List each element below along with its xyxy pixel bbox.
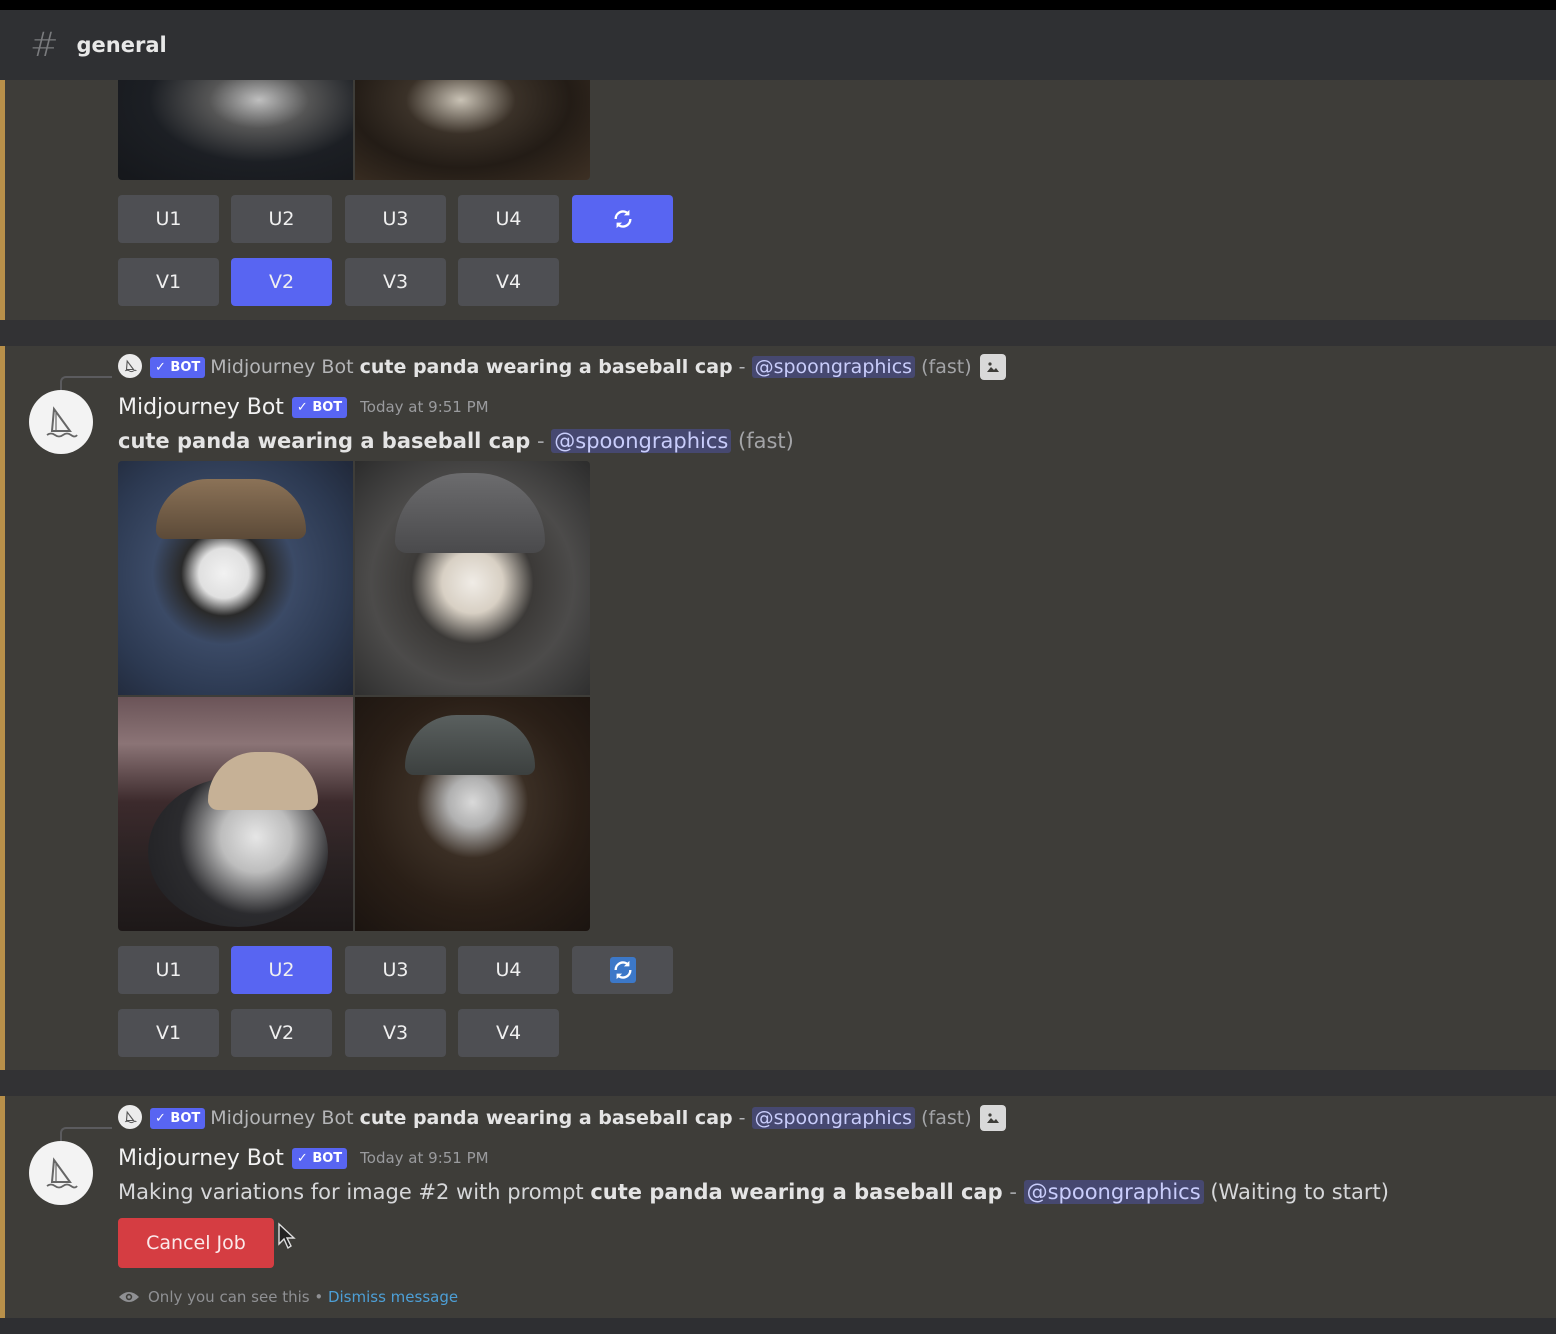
message-content: cute panda wearing a baseball cap - @spo…	[118, 426, 794, 456]
reply-prompt: cute panda wearing a baseball cap	[359, 356, 733, 378]
eye-icon	[118, 1290, 140, 1304]
reroll-button[interactable]	[572, 946, 673, 994]
ephemeral-notice: Only you can see this • Dismiss message	[118, 1288, 458, 1306]
bot-badge: ✓ BOT	[291, 396, 348, 418]
reroll-button[interactable]	[572, 195, 673, 243]
message-separator	[0, 320, 1556, 346]
variation-button-v2[interactable]: V2	[231, 258, 332, 306]
variation-button-v4[interactable]: V4	[458, 1009, 559, 1057]
refresh-icon	[609, 957, 636, 983]
message-content: Making variations for image #2 with prom…	[118, 1177, 1389, 1207]
author-name[interactable]: Midjourney Bot	[118, 1146, 284, 1171]
reply-reference[interactable]: ✓ BOT Midjourney Bot cute panda wearing …	[148, 1105, 1006, 1131]
variation-button-v4[interactable]: V4	[458, 258, 559, 306]
cap-shape	[395, 473, 545, 553]
cancel-job-button[interactable]: Cancel Job	[118, 1218, 274, 1268]
image-tile-4[interactable]	[355, 697, 590, 931]
video-top-strip	[0, 0, 1556, 10]
image-tile-1[interactable]	[118, 461, 353, 695]
image-tile-2[interactable]	[355, 80, 590, 180]
reply-author[interactable]: Midjourney Bot	[210, 1107, 353, 1129]
dash: -	[530, 429, 552, 453]
variation-button-v3[interactable]: V3	[345, 1009, 446, 1057]
mouse-cursor-icon	[277, 1222, 297, 1254]
upscale-button-u1[interactable]: U1	[118, 195, 219, 243]
prompt-text: cute panda wearing a baseball cap	[590, 1180, 1003, 1204]
channel-header: # general	[0, 10, 1556, 80]
timestamp: Today at 9:51 PM	[360, 1149, 489, 1167]
reply-mode: (fast)	[921, 356, 972, 378]
bot-badge: ✓ BOT	[150, 356, 206, 378]
channel-name: general	[76, 33, 167, 57]
dismiss-message-link[interactable]: Dismiss message	[328, 1288, 458, 1306]
reply-avatar	[118, 354, 142, 378]
upscale-button-u1[interactable]: U1	[118, 946, 219, 994]
upscale-button-u3[interactable]: U3	[345, 946, 446, 994]
image-tile-2[interactable]	[355, 461, 590, 695]
author-name[interactable]: Midjourney Bot	[118, 395, 284, 420]
intro-text: Making variations for image #2 with prom…	[118, 1180, 591, 1204]
upscale-button-u2[interactable]: U2	[231, 195, 332, 243]
reply-prompt: cute panda wearing a baseball cap	[359, 1107, 733, 1129]
avatar[interactable]	[29, 1141, 93, 1205]
bot-badge: ✓ BOT	[291, 1147, 348, 1169]
cap-shape	[156, 479, 306, 539]
cap-shape	[405, 715, 535, 775]
reply-reference[interactable]: ✓ BOT Midjourney Bot cute panda wearing …	[148, 354, 1006, 380]
upscale-button-u4[interactable]: U4	[458, 195, 559, 243]
reply-mention[interactable]: @spoongraphics	[751, 356, 916, 378]
prompt-text: cute panda wearing a baseball cap	[118, 429, 531, 453]
cap-shape	[208, 752, 318, 810]
variation-button-v1[interactable]: V1	[118, 258, 219, 306]
reply-dash: -	[732, 1107, 752, 1129]
timestamp: Today at 9:51 PM	[360, 398, 489, 416]
message-header: Midjourney Bot ✓ BOT Today at 9:51 PM	[118, 1143, 489, 1173]
dash: -	[1002, 1180, 1024, 1204]
message-separator	[0, 1070, 1556, 1096]
hash-icon: #	[30, 25, 59, 65]
bot-badge: ✓ BOT	[150, 1107, 206, 1129]
reply-mention[interactable]: @spoongraphics	[751, 1107, 916, 1129]
upscale-button-u3[interactable]: U3	[345, 195, 446, 243]
image-icon	[979, 1105, 1006, 1131]
refresh-icon	[610, 206, 636, 232]
image-tile-3[interactable]	[118, 697, 353, 931]
avatar[interactable]	[29, 390, 93, 454]
bottom-bar	[0, 1318, 1556, 1334]
reply-author[interactable]: Midjourney Bot	[210, 356, 353, 378]
upscale-button-u4[interactable]: U4	[458, 946, 559, 994]
image-icon	[979, 354, 1006, 380]
mode-label: (fast)	[738, 429, 794, 453]
upscale-button-u2[interactable]: U2	[231, 946, 332, 994]
user-mention[interactable]: @spoongraphics	[1023, 1180, 1204, 1204]
image-tile-1[interactable]	[118, 80, 353, 180]
ephemeral-text: Only you can see this •	[148, 1288, 328, 1306]
reply-mode: (fast)	[921, 1107, 972, 1129]
message-header: Midjourney Bot ✓ BOT Today at 9:51 PM	[118, 392, 489, 422]
user-mention[interactable]: @spoongraphics	[551, 429, 732, 453]
reply-dash: -	[732, 356, 752, 378]
variation-button-v2[interactable]: V2	[231, 1009, 332, 1057]
status-text: (Waiting to start)	[1210, 1180, 1389, 1204]
variation-button-v3[interactable]: V3	[345, 258, 446, 306]
variation-button-v1[interactable]: V1	[118, 1009, 219, 1057]
reply-avatar	[118, 1105, 142, 1129]
